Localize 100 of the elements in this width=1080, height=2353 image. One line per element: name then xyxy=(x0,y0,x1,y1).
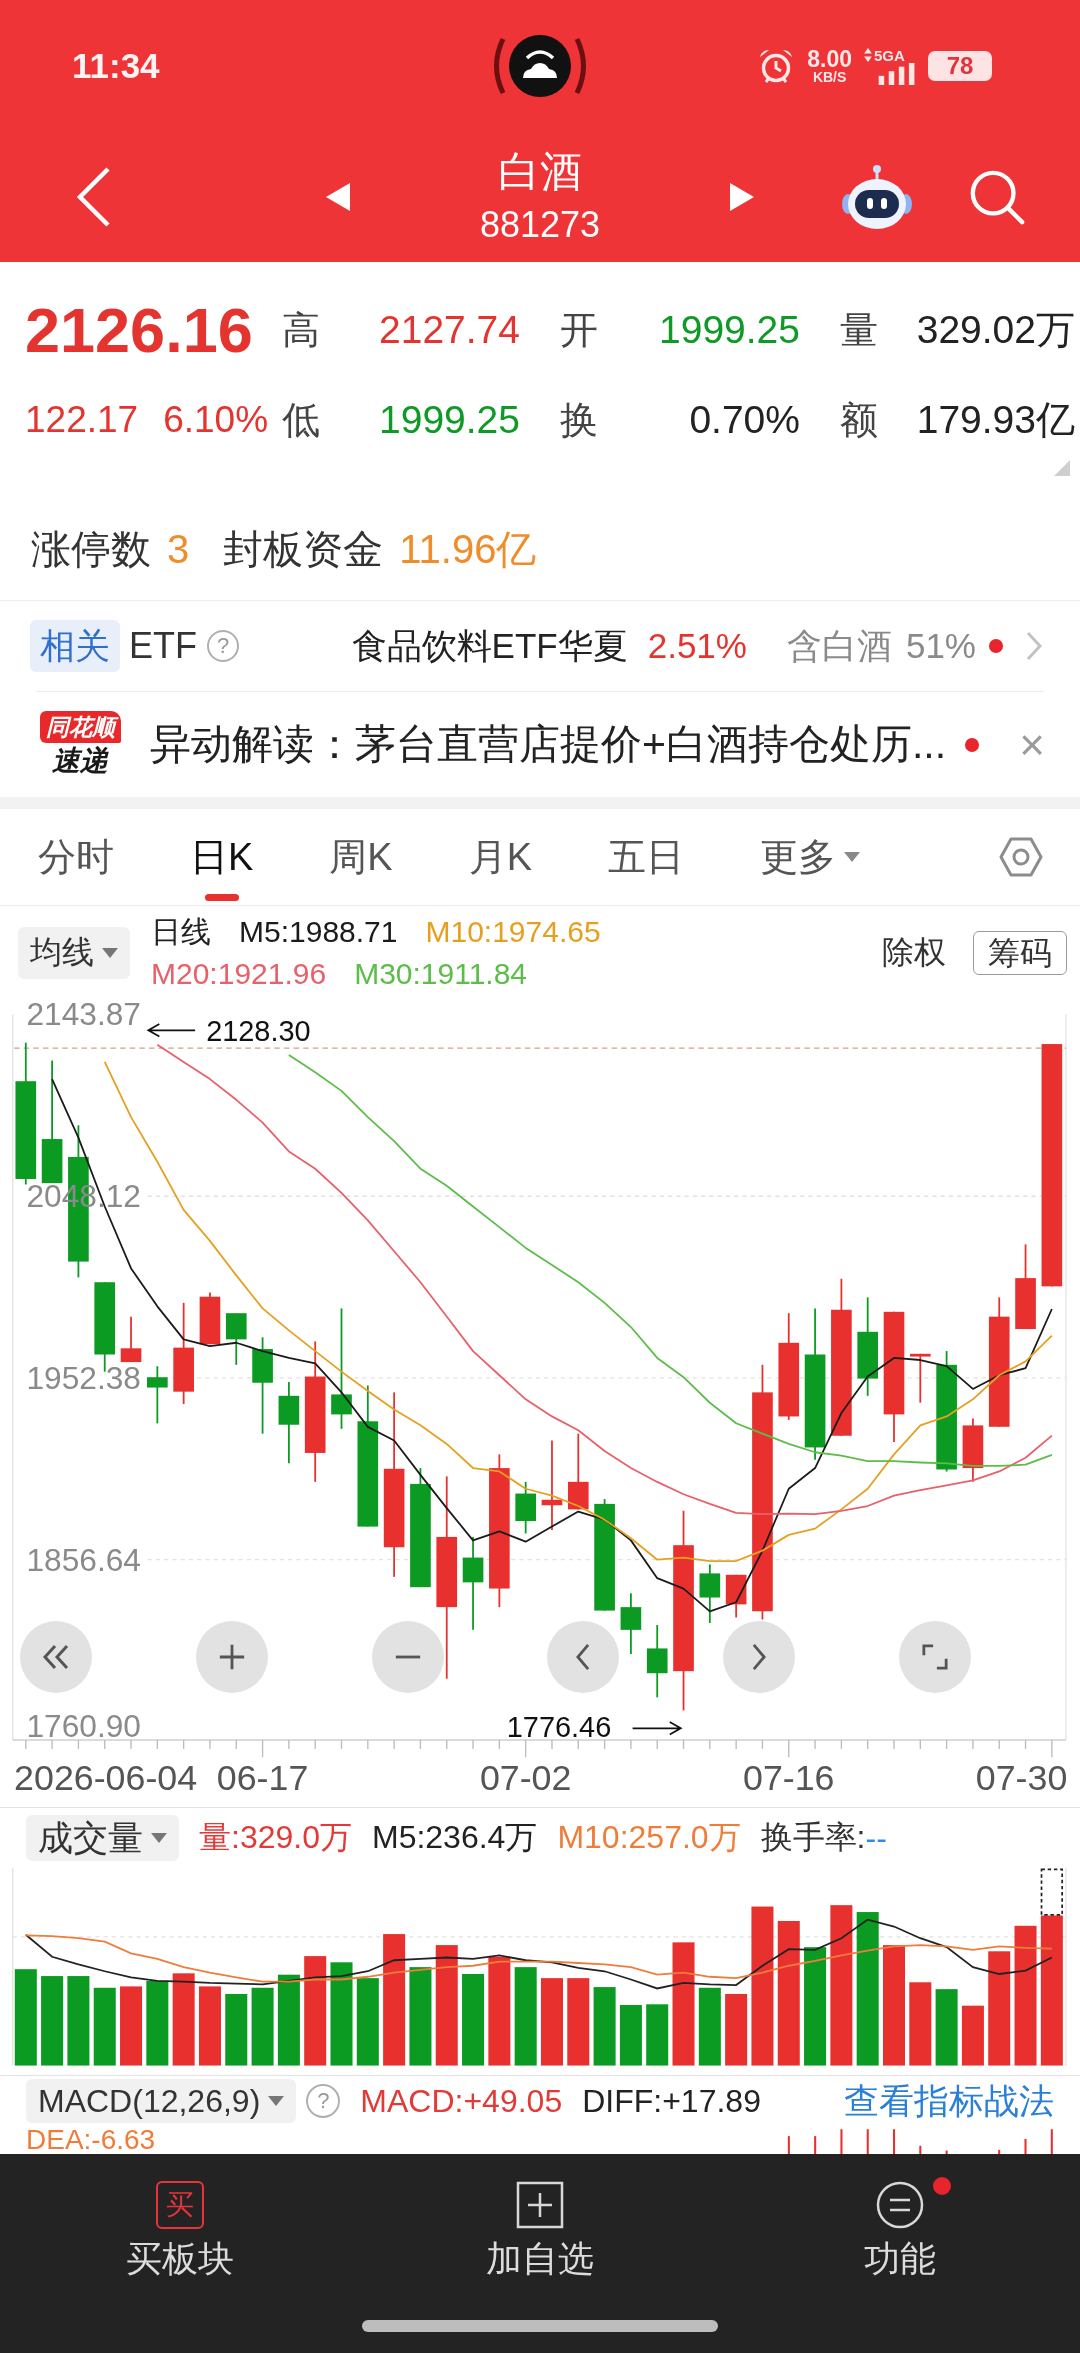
ma-legend-value: M10:1974.65 xyxy=(425,914,601,950)
news-headline[interactable]: 异动解读：茅台直营店提价+白酒持仓处历... xyxy=(150,717,947,772)
candlestick xyxy=(225,1312,247,1366)
price-axis-label: 1952.38 xyxy=(26,1359,141,1396)
ex-rights-option[interactable]: 除权 xyxy=(882,931,946,975)
sector-title: 白酒 xyxy=(498,147,582,197)
logo-text: 速递 xyxy=(52,743,108,778)
quote-value: 1999.25 xyxy=(379,398,520,442)
volume-dropdown[interactable]: 成交量 xyxy=(26,1815,179,1861)
range-end-date: 07-30 xyxy=(975,1758,1068,1793)
chevron-left-icon xyxy=(576,1643,591,1671)
network-type: 5GA xyxy=(874,47,905,63)
price-marker-label: 2128.30 xyxy=(206,1014,311,1047)
volume-bar xyxy=(961,2005,984,2066)
period-tab[interactable]: 更多 xyxy=(760,809,861,905)
network-speed: 8.00 xyxy=(807,47,852,70)
volume-bar xyxy=(646,2004,669,2066)
assistant-button[interactable] xyxy=(841,164,913,230)
volume-bar xyxy=(619,2005,642,2066)
quote-label: 换 xyxy=(560,397,598,443)
robot-icon xyxy=(841,164,913,230)
chevron-right-icon[interactable] xyxy=(1026,631,1042,661)
caret-icon xyxy=(268,2096,285,2106)
caret-icon xyxy=(102,948,118,958)
candlestick xyxy=(120,1315,142,1363)
back-icon xyxy=(76,166,112,228)
candlestick xyxy=(199,1291,221,1346)
price-axis-label: 2143.87 xyxy=(26,1000,141,1033)
period-tab[interactable]: 五日 xyxy=(608,809,685,905)
limit-up-label: 涨停数 xyxy=(31,525,151,573)
status-time: 11:34 xyxy=(72,46,160,86)
search-icon xyxy=(968,168,1026,226)
quote-value: 1999.25 xyxy=(659,308,800,352)
macd-bar xyxy=(1050,2129,1053,2154)
macd-value: MACD:+49.05 xyxy=(360,2082,563,2120)
quote-value: 329.02万 xyxy=(916,307,1075,353)
period-label: 日线 xyxy=(151,914,211,950)
macd-bar xyxy=(840,2129,843,2154)
period-tab[interactable]: 周K xyxy=(329,809,393,905)
speed-unit: KB/S xyxy=(812,69,847,85)
macd-bar xyxy=(893,2129,896,2154)
triangle-right-icon xyxy=(730,183,755,211)
next-sector-button[interactable] xyxy=(730,183,755,211)
quote-label: 高 xyxy=(282,307,320,353)
date-label: 07-16 xyxy=(743,1758,835,1793)
chips-button[interactable]: 筹码 xyxy=(973,931,1067,975)
double-chevron-left-icon xyxy=(43,1644,69,1670)
chevron-right-icon xyxy=(752,1643,767,1671)
circle-lines-icon xyxy=(876,2181,924,2229)
volume-forecast-outline xyxy=(1040,1868,1064,1916)
ma-legend-value: M5:1988.71 xyxy=(239,914,398,950)
quote-value: 2127.74 xyxy=(379,308,520,352)
price-axis-label: 1856.64 xyxy=(26,1541,141,1578)
caret-icon xyxy=(844,852,861,862)
indicator-guide-link[interactable]: 查看指标战法 xyxy=(844,2077,1054,2125)
quote-label: 额 xyxy=(840,397,878,443)
etf-label: ETF xyxy=(129,625,197,667)
nav-button[interactable]: 功能 xyxy=(720,2181,1080,2281)
macd-value: DIFF:+17.89 xyxy=(582,2082,761,2120)
settings-icon[interactable] xyxy=(999,835,1043,879)
data-arrows-icon xyxy=(864,48,872,62)
triangle-left-icon xyxy=(325,183,350,211)
macd-bar xyxy=(787,2136,790,2154)
buy-icon: 买 xyxy=(156,2181,204,2229)
macd-bar xyxy=(866,2129,869,2154)
candlestick xyxy=(699,1563,721,1624)
price-axis-label: 1760.90 xyxy=(26,1708,141,1745)
macd-bar xyxy=(1024,2138,1027,2154)
logo-badge: 同花顺 xyxy=(39,710,121,743)
period-tab[interactable]: 日K xyxy=(190,809,254,905)
sealed-funds-value: 11.96亿 xyxy=(399,525,537,573)
tab-underline xyxy=(204,894,239,901)
period-tab[interactable]: 月K xyxy=(468,809,533,905)
quote-value: 179.93亿 xyxy=(916,397,1075,443)
battery-indicator: 78 xyxy=(928,51,992,81)
etf-name[interactable]: 食品饮料ETF华夏 xyxy=(351,622,628,670)
macd-dropdown[interactable]: MACD(12,26,9) xyxy=(26,2079,297,2123)
plus-square-icon xyxy=(516,2181,564,2229)
holding-label: 含白酒 xyxy=(786,624,892,667)
period-tab[interactable]: 分时 xyxy=(38,809,114,905)
price-marker-label: 1776.46 xyxy=(506,1710,612,1743)
price-change: 122.17 xyxy=(25,399,139,441)
search-button[interactable] xyxy=(968,168,1026,226)
holding-percent: 51% xyxy=(905,626,976,666)
ma-legend-value: M20:1921.96 xyxy=(151,956,327,992)
nav-button[interactable]: 买 买板块 xyxy=(0,2181,360,2281)
candlestick xyxy=(515,1480,536,1535)
sealed-funds-label: 封板资金 xyxy=(223,525,384,573)
back-button[interactable] xyxy=(76,166,112,228)
last-price: 2126.16 xyxy=(25,295,253,365)
plus-icon xyxy=(217,1643,246,1671)
indicator-dropdown[interactable]: 均线 xyxy=(18,927,130,979)
signal-icon xyxy=(878,62,916,85)
macd-bar xyxy=(945,2150,948,2154)
ma-legend-value: M30:1911.84 xyxy=(354,956,528,992)
previous-sector-button[interactable] xyxy=(325,183,350,211)
marker-arrow xyxy=(146,1023,196,1038)
nav-button[interactable]: 加自选 xyxy=(360,2181,720,2281)
range-start-date: 2026-06-04 xyxy=(14,1758,198,1793)
volume-value: 量:329.0万 xyxy=(199,1818,352,1857)
